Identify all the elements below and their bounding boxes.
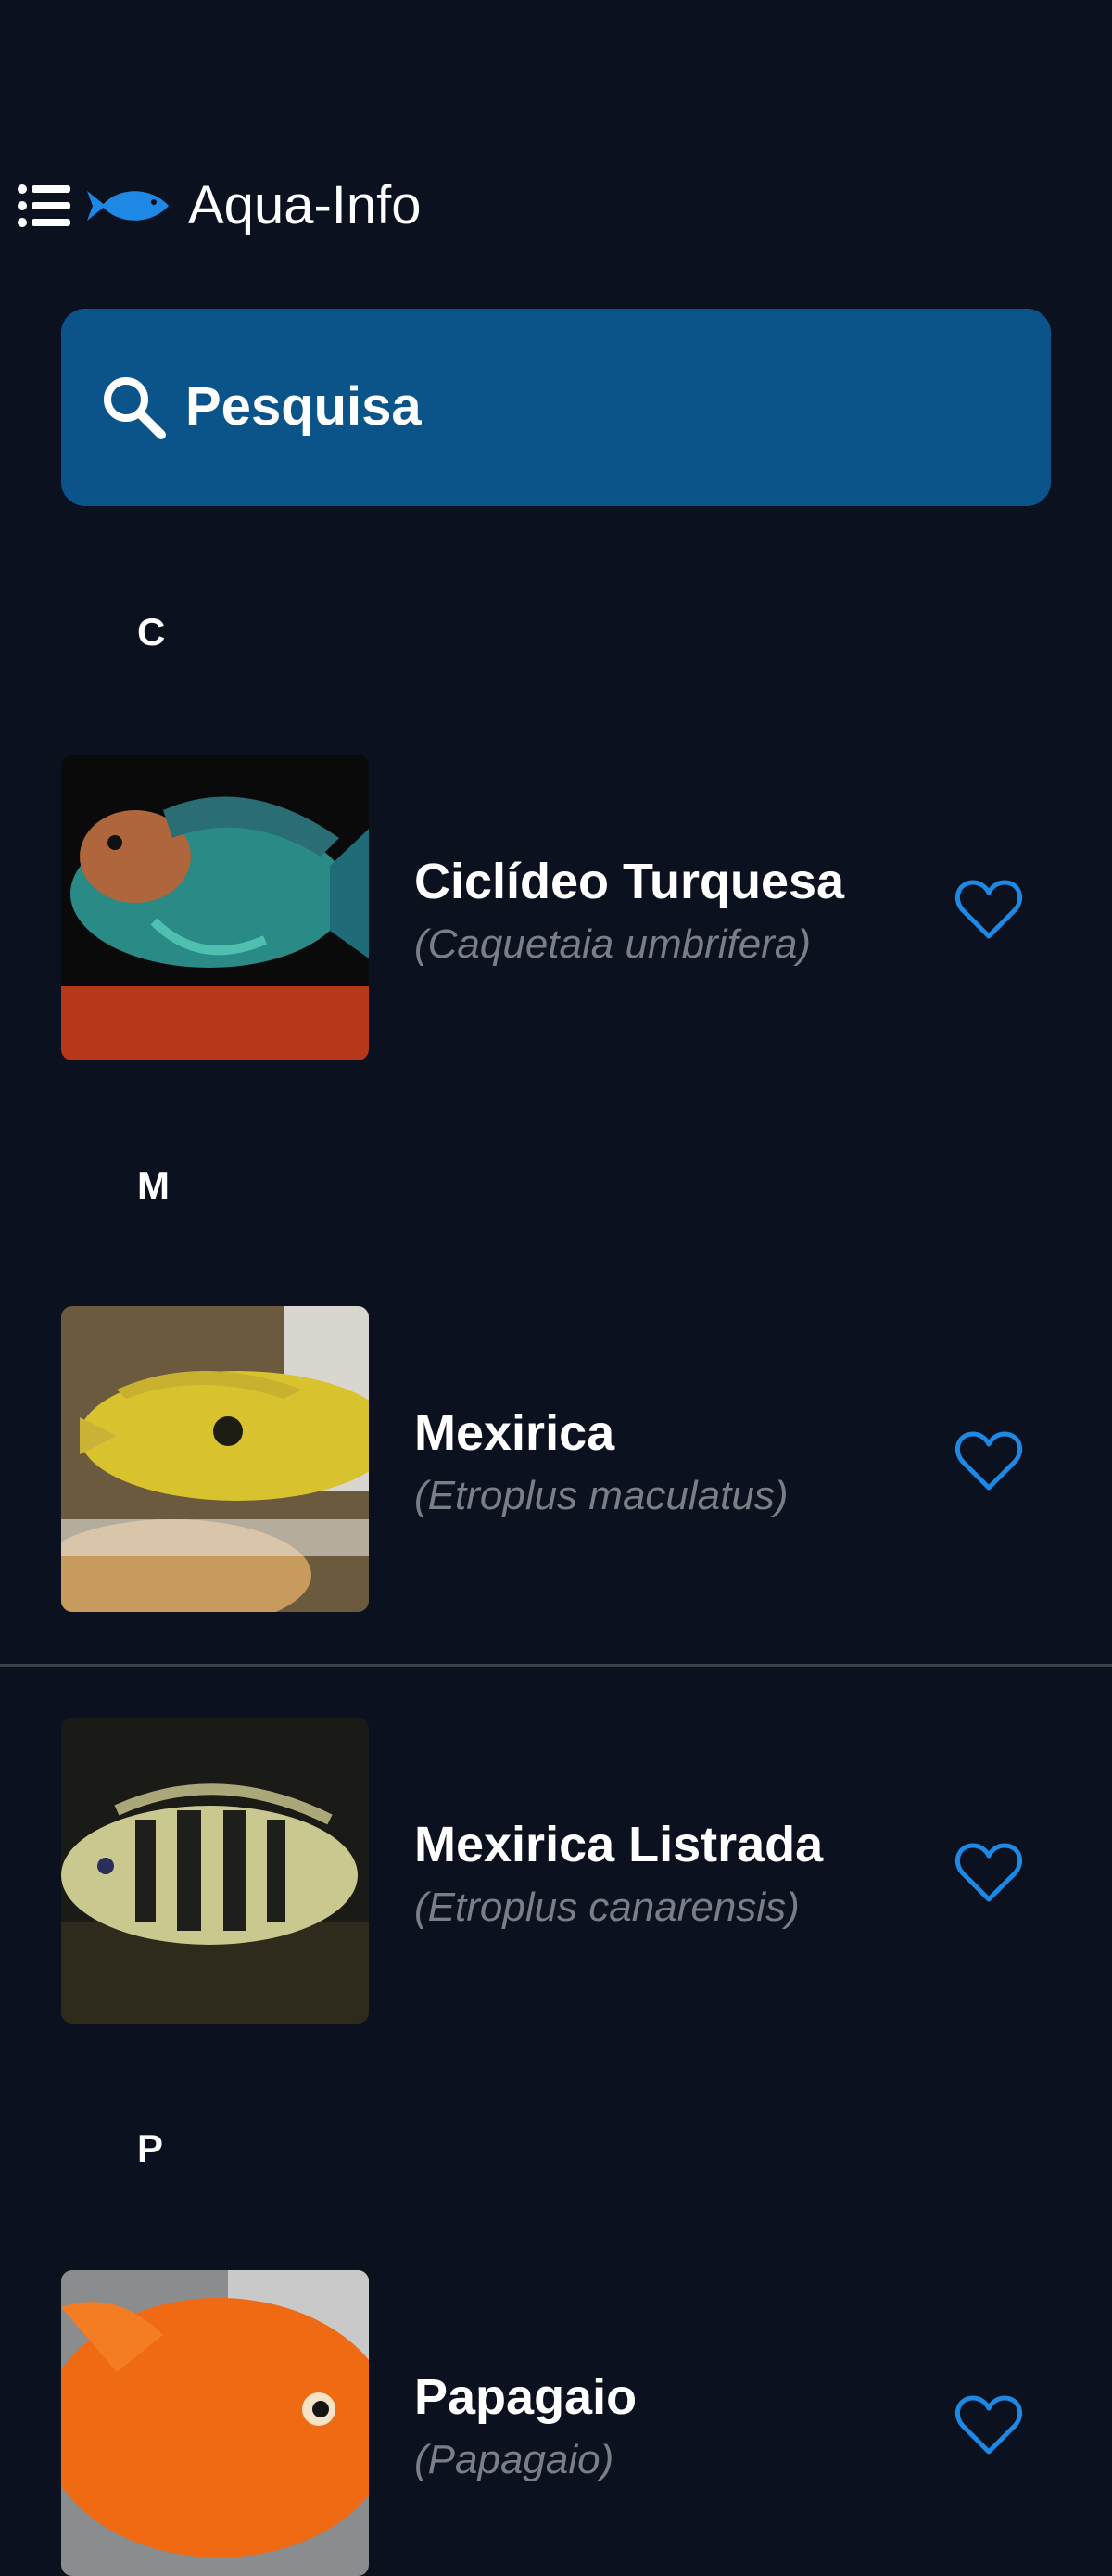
fish-name: Papagaio [414,2369,638,2425]
heart-outline-icon[interactable] [954,1840,1023,1905]
search-label: Pesquisa [185,376,422,437]
heart-outline-icon[interactable] [954,1428,1023,1493]
list-item[interactable]: Ciclídeo Turquesa (Caquetaia umbrifera) [0,755,1112,1060]
fish-scientific-name: (Caquetaia umbrifera) [414,921,811,967]
list-item[interactable]: Mexirica (Etroplus maculatus) [0,1306,1112,1612]
fish-thumbnail [61,755,369,1060]
heart-outline-icon[interactable] [954,877,1023,942]
heart-outline-icon[interactable] [954,2392,1023,2457]
fish-scientific-name: (Papagaio) [414,2437,614,2482]
search-bar[interactable]: Pesquisa [61,309,1051,506]
fish-name: Ciclídeo Turquesa [414,854,845,909]
list-menu-icon[interactable] [17,184,72,228]
section-header-m: M [137,1163,170,1207]
fish-thumbnail [61,2270,369,2576]
fish-scientific-name: (Etroplus maculatus) [414,1473,789,1518]
list-divider [0,1664,1112,1667]
section-header-c: C [137,610,166,654]
section-header-p: P [137,2126,164,2170]
fish-logo-icon [87,191,169,221]
app-title: Aqua-Info [188,175,422,235]
fish-name: Mexirica [414,1405,615,1461]
search-icon [104,377,166,439]
fish-scientific-name: (Etroplus canarensis) [414,1884,800,1930]
fish-name: Mexirica Listrada [414,1817,824,1872]
app-bar: Aqua-Info [0,167,1112,245]
fish-thumbnail [61,1718,369,2024]
list-item[interactable]: Papagaio (Papagaio) [0,2270,1112,2576]
fish-thumbnail [61,1306,369,1612]
list-item[interactable]: Mexirica Listrada (Etroplus canarensis) [0,1718,1112,2024]
